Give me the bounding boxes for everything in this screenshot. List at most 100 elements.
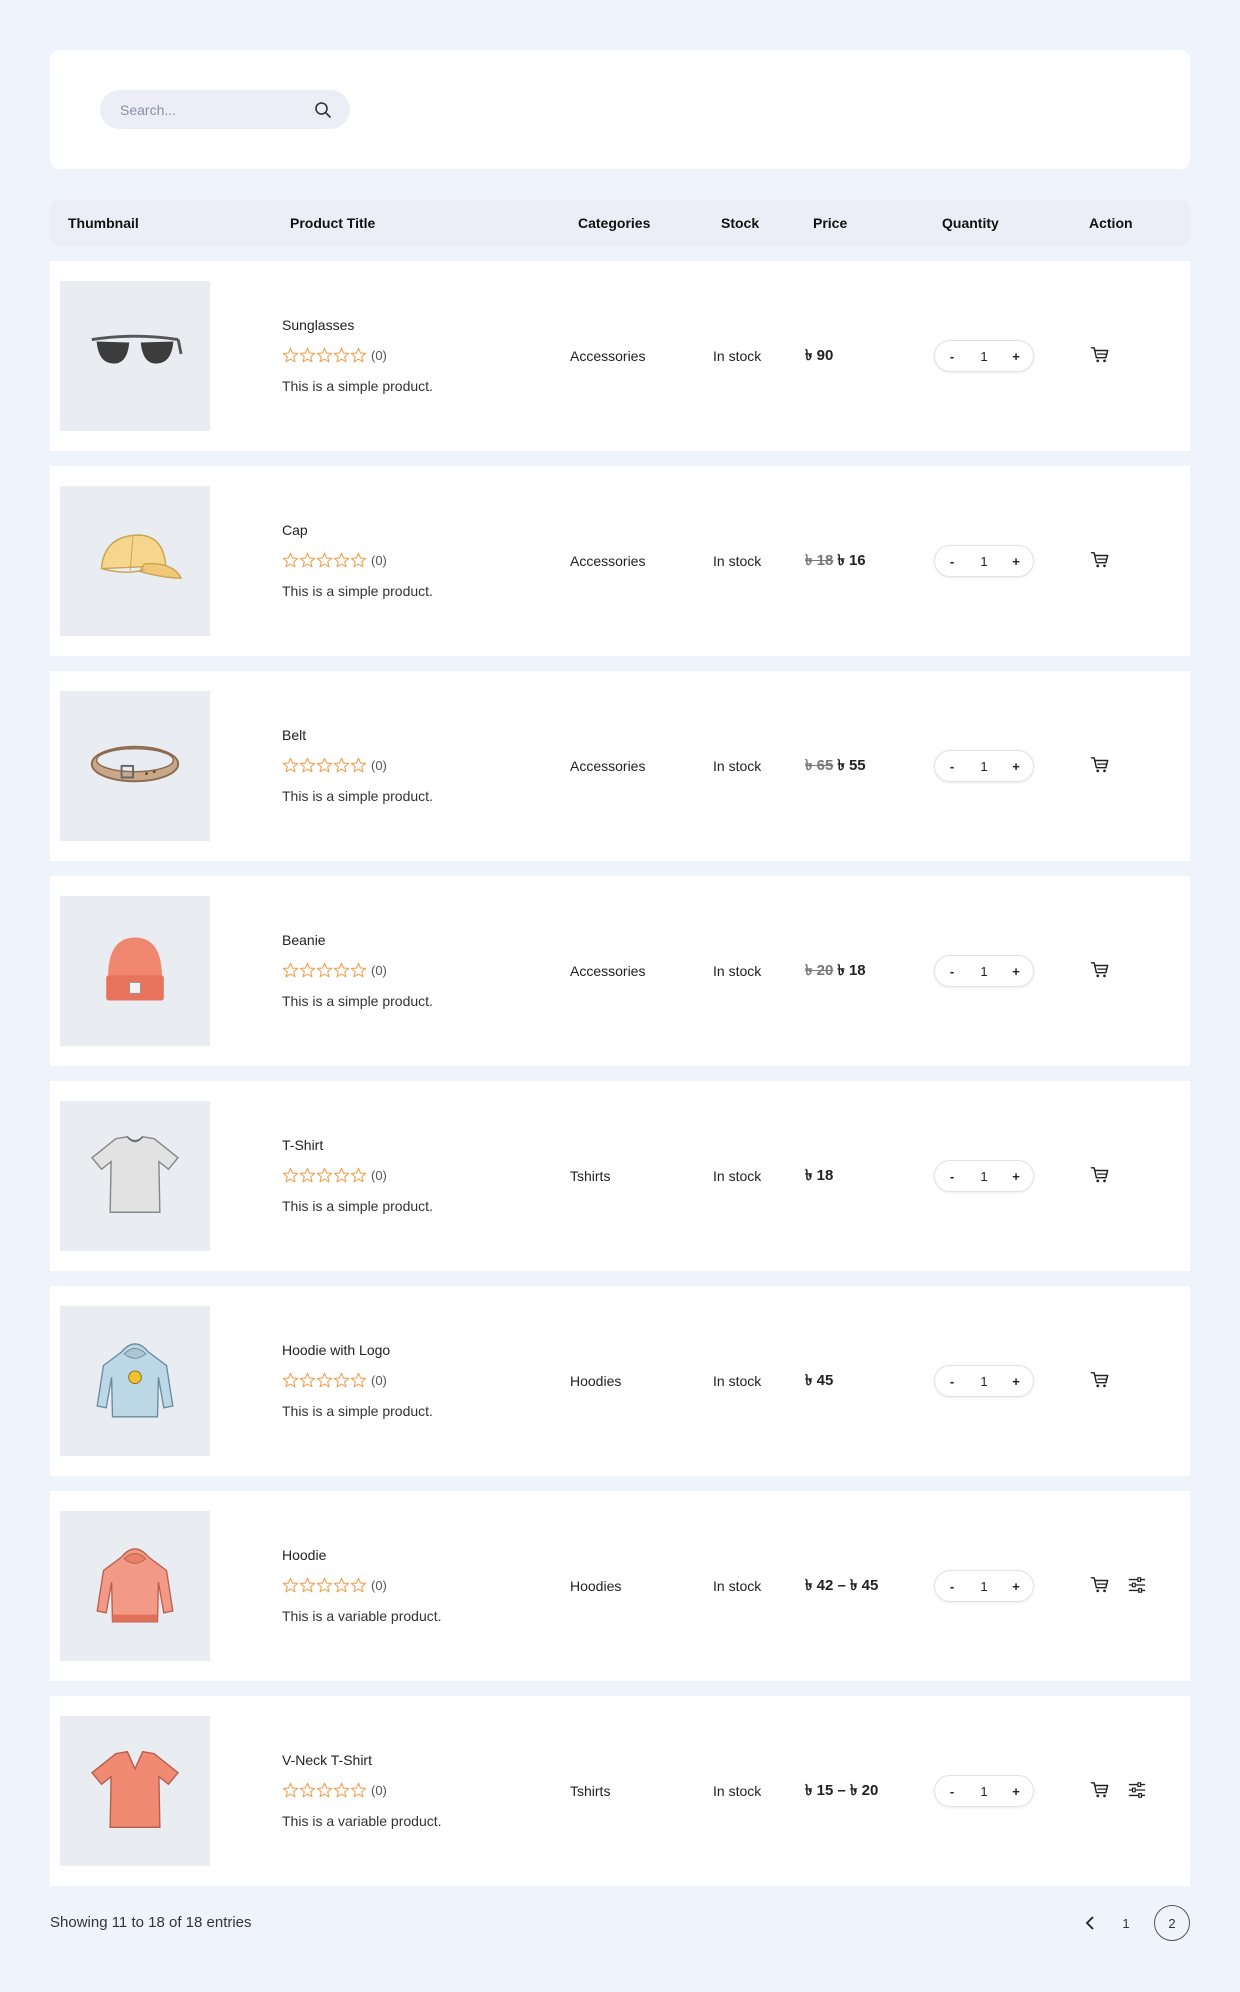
quantity-decrement-button[interactable]: - — [945, 1784, 959, 1799]
product-category[interactable]: Accessories — [570, 261, 645, 451]
quantity-increment-button[interactable]: + — [1009, 759, 1023, 774]
star-rating-icon — [282, 757, 367, 773]
product-title[interactable]: T-Shirt — [282, 1137, 323, 1153]
table-row: V-Neck T-Shirt (0) This is a variable pr… — [50, 1696, 1190, 1886]
quantity-stepper[interactable]: - 1 + — [934, 1775, 1034, 1807]
quantity-decrement-button[interactable]: - — [945, 964, 959, 979]
product-category[interactable]: Hoodies — [570, 1286, 621, 1476]
product-category[interactable]: Tshirts — [570, 1081, 610, 1271]
product-price: ৳ 18 ৳ 16 — [805, 466, 866, 656]
options-icon[interactable] — [1127, 1576, 1149, 1596]
product-rating: (0) — [282, 1577, 387, 1593]
product-title[interactable]: Hoodie — [282, 1547, 326, 1563]
quantity-increment-button[interactable]: + — [1009, 1169, 1023, 1184]
product-rating: (0) — [282, 1372, 387, 1388]
quantity-value[interactable]: 1 — [969, 964, 999, 979]
header-thumbnail: Thumbnail — [68, 215, 139, 231]
price-current: ৳ 16 — [837, 552, 866, 569]
price-old: ৳ 18 — [805, 552, 834, 569]
product-price: ৳ 18 — [805, 1081, 833, 1271]
product-description: This is a simple product. — [282, 583, 433, 599]
quantity-stepper[interactable]: - 1 + — [934, 750, 1034, 782]
add-to-cart-icon[interactable] — [1090, 1371, 1112, 1391]
quantity-value[interactable]: 1 — [969, 1784, 999, 1799]
quantity-value[interactable]: 1 — [969, 1169, 999, 1184]
product-title[interactable]: Sunglasses — [282, 317, 354, 333]
add-to-cart-icon[interactable] — [1090, 1166, 1112, 1186]
pagination-page-2[interactable]: 2 — [1154, 1905, 1190, 1941]
search-box[interactable] — [100, 90, 350, 129]
product-price: ৳ 20 ৳ 18 — [805, 876, 866, 1066]
quantity-increment-button[interactable]: + — [1009, 1784, 1023, 1799]
quantity-value[interactable]: 1 — [969, 759, 999, 774]
quantity-decrement-button[interactable]: - — [945, 1169, 959, 1184]
quantity-stepper[interactable]: - 1 + — [934, 340, 1034, 372]
star-rating-icon — [282, 962, 367, 978]
pagination-prev[interactable] — [1078, 1905, 1102, 1941]
product-thumbnail[interactable] — [60, 281, 210, 431]
product-category[interactable]: Hoodies — [570, 1491, 621, 1681]
quantity-increment-button[interactable]: + — [1009, 964, 1023, 979]
product-rating: (0) — [282, 552, 387, 568]
quantity-increment-button[interactable]: + — [1009, 1579, 1023, 1594]
belt-image — [87, 735, 183, 798]
product-thumbnail[interactable] — [60, 1716, 210, 1866]
add-to-cart-icon[interactable] — [1090, 756, 1112, 776]
product-thumbnail[interactable] — [60, 1511, 210, 1661]
quantity-value[interactable]: 1 — [969, 1579, 999, 1594]
quantity-value[interactable]: 1 — [969, 349, 999, 364]
product-title[interactable]: V-Neck T-Shirt — [282, 1752, 372, 1768]
quantity-stepper[interactable]: - 1 + — [934, 1365, 1034, 1397]
product-category[interactable]: Accessories — [570, 466, 645, 656]
product-price: ৳ 90 — [805, 261, 833, 451]
search-icon[interactable] — [314, 101, 332, 119]
add-to-cart-icon[interactable] — [1090, 961, 1112, 981]
product-title[interactable]: Hoodie with Logo — [282, 1342, 390, 1358]
product-title[interactable]: Beanie — [282, 932, 326, 948]
quantity-decrement-button[interactable]: - — [945, 554, 959, 569]
quantity-stepper[interactable]: - 1 + — [934, 545, 1034, 577]
add-to-cart-icon[interactable] — [1090, 1576, 1112, 1596]
quantity-increment-button[interactable]: + — [1009, 349, 1023, 364]
quantity-decrement-button[interactable]: - — [945, 1374, 959, 1389]
quantity-value[interactable]: 1 — [969, 1374, 999, 1389]
quantity-decrement-button[interactable]: - — [945, 1579, 959, 1594]
rating-count: (0) — [371, 1782, 387, 1798]
pagination-page-1[interactable]: 1 — [1108, 1905, 1144, 1941]
product-rating: (0) — [282, 757, 387, 773]
product-thumbnail[interactable] — [60, 691, 210, 841]
options-icon[interactable] — [1127, 1781, 1149, 1801]
quantity-increment-button[interactable]: + — [1009, 1374, 1023, 1389]
add-to-cart-icon[interactable] — [1090, 346, 1112, 366]
quantity-stepper[interactable]: - 1 + — [934, 1160, 1034, 1192]
search-input[interactable] — [120, 101, 300, 118]
product-title[interactable]: Belt — [282, 727, 306, 743]
product-rating: (0) — [282, 347, 387, 363]
quantity-stepper[interactable]: - 1 + — [934, 1570, 1034, 1602]
star-rating-icon — [282, 1577, 367, 1593]
product-title[interactable]: Cap — [282, 522, 308, 538]
product-thumbnail[interactable] — [60, 486, 210, 636]
product-category[interactable]: Accessories — [570, 671, 645, 861]
product-thumbnail[interactable] — [60, 1306, 210, 1456]
product-description: This is a simple product. — [282, 993, 433, 1009]
quantity-increment-button[interactable]: + — [1009, 554, 1023, 569]
product-category[interactable]: Tshirts — [570, 1696, 610, 1886]
product-category[interactable]: Accessories — [570, 876, 645, 1066]
product-thumbnail[interactable] — [60, 1101, 210, 1251]
add-to-cart-icon[interactable] — [1090, 551, 1112, 571]
product-stock: In stock — [713, 1783, 762, 1799]
tshirt-image — [87, 1131, 183, 1222]
quantity-value[interactable]: 1 — [969, 554, 999, 569]
table-header: Thumbnail Product Title Categories Stock… — [50, 200, 1190, 246]
rating-count: (0) — [371, 962, 387, 978]
product-thumbnail[interactable] — [60, 896, 210, 1046]
product-stock: In stock — [713, 758, 762, 774]
quantity-decrement-button[interactable]: - — [945, 349, 959, 364]
quantity-stepper[interactable]: - 1 + — [934, 955, 1034, 987]
cap-image — [87, 525, 183, 598]
product-description: This is a simple product. — [282, 1198, 433, 1214]
quantity-decrement-button[interactable]: - — [945, 759, 959, 774]
header-action: Action — [1089, 215, 1133, 231]
add-to-cart-icon[interactable] — [1090, 1781, 1112, 1801]
